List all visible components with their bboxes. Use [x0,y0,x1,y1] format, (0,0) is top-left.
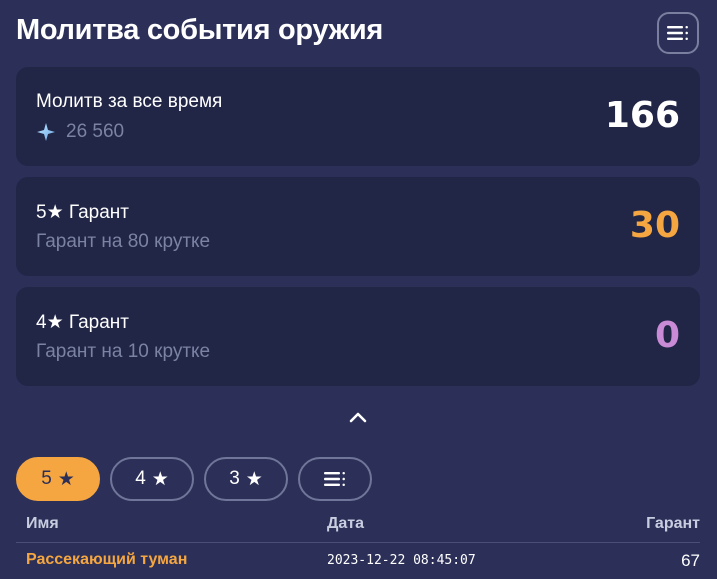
four-star-pity-sub: Гарант на 10 крутке [36,341,211,362]
history-table-header: Имя Дата Гарант [16,510,700,543]
filter-3-star-label: 3 [229,468,240,489]
filter-menu-button[interactable] [298,457,372,501]
total-wishes-sub: 26 560 [36,121,124,143]
total-wishes-card: Молитв за все время 26 560 166 [16,67,700,166]
star-icon: ★ [151,468,169,490]
column-pity-header[interactable]: Гарант [646,515,700,533]
row-pity: 67 [681,551,700,570]
primogem-total: 26 560 [66,121,125,142]
row-date: 2023-12-22 08:45:07 [327,553,476,568]
column-date-header[interactable]: Дата [327,515,364,533]
filter-5-star[interactable]: 5 ★ [16,457,100,501]
five-star-pity-label: 5★ Гарант [36,202,129,223]
column-name-header[interactable]: Имя [26,515,59,533]
list-filter-icon [667,26,688,40]
total-wishes-label: Молитв за все время [36,91,223,112]
row-item-name: Рассекающий туман [26,551,188,568]
five-star-pity-card: 5★ Гарант Гарант на 80 крутке 30 [16,177,700,276]
filter-5-star-label: 5 [41,468,52,489]
four-star-pity-card: 4★ Гарант Гарант на 10 крутке 0 [16,287,700,386]
table-row[interactable]: Рассекающий туман 2023-12-22 08:45:07 67 [16,543,700,579]
filter-4-star-label: 4 [135,468,146,489]
total-wishes-value: 166 [604,95,680,136]
five-star-pity-sub: Гарант на 80 крутке [36,231,211,252]
page-title: Молитва события оружия [16,14,384,46]
filter-4-star[interactable]: 4 ★ [110,457,194,501]
four-star-pity-label: 4★ Гарант [36,312,129,333]
star-icon: ★ [57,468,75,490]
five-star-pity-value: 30 [629,205,680,246]
menu-button[interactable] [657,12,699,54]
four-star-pity-value: 0 [654,315,680,356]
chevron-up-icon[interactable] [348,410,368,424]
filter-3-star[interactable]: 3 ★ [204,457,288,501]
list-filter-icon [324,472,345,486]
primogem-icon [37,123,55,141]
page-header: Молитва события оружия [0,0,717,64]
star-icon: ★ [245,468,263,490]
